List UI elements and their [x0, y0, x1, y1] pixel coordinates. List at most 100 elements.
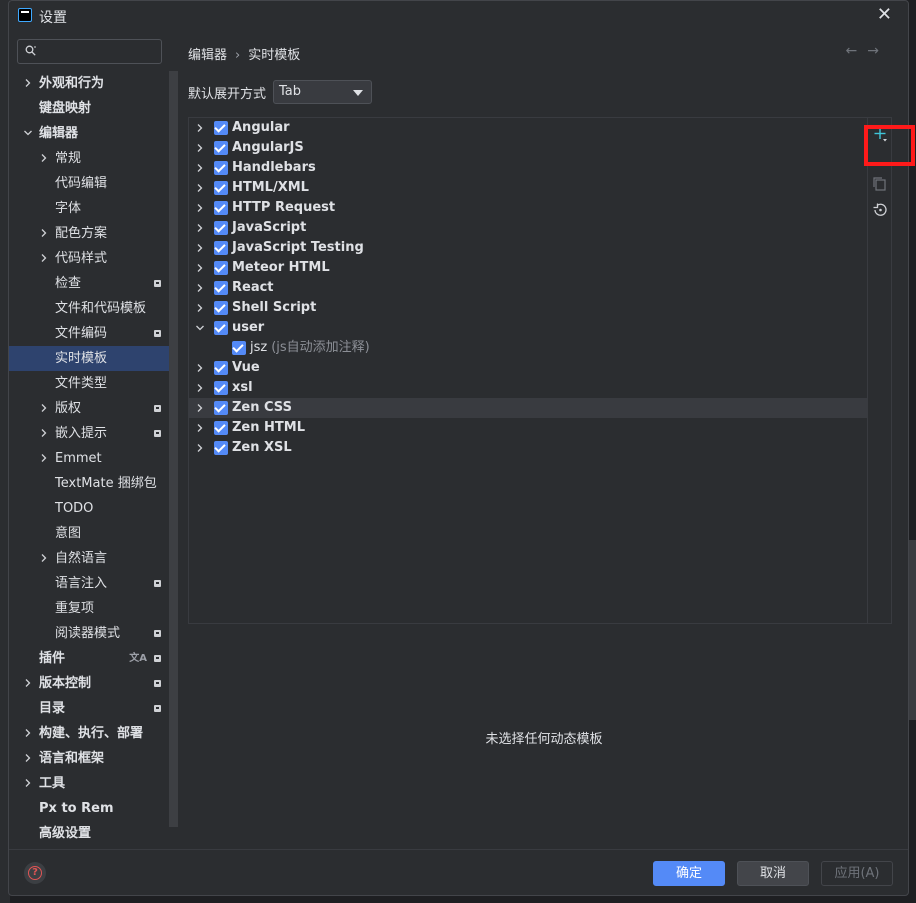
chevron-right-icon[interactable]: [195, 118, 205, 138]
chevron-down-icon[interactable]: [23, 123, 33, 143]
sidebar-scrollbar[interactable]: [169, 71, 178, 827]
template-checkbox[interactable]: [214, 321, 228, 335]
back-arrow-icon[interactable]: ←: [846, 43, 868, 59]
template-checkbox[interactable]: [232, 341, 246, 355]
group-chevron[interactable]: [195, 378, 205, 398]
tree-chevron[interactable]: [23, 673, 33, 698]
chevron-right-icon[interactable]: [39, 448, 49, 468]
template-group[interactable]: xsl: [189, 378, 867, 398]
template-group[interactable]: Zen CSS: [189, 398, 867, 418]
group-chevron[interactable]: [195, 238, 205, 258]
template-checkbox[interactable]: [214, 421, 228, 435]
sidebar-item[interactable]: 常规: [9, 146, 169, 171]
group-chevron[interactable]: [195, 358, 205, 378]
group-chevron[interactable]: [195, 418, 205, 438]
template-group[interactable]: user: [189, 318, 867, 338]
copy-icon[interactable]: [868, 172, 892, 196]
sidebar-item[interactable]: 编辑器: [9, 121, 169, 146]
sidebar-item[interactable]: 键盘映射: [9, 96, 169, 121]
sidebar-item[interactable]: 意图: [9, 521, 169, 546]
sidebar-item[interactable]: 外观和行为: [9, 71, 169, 96]
chevron-right-icon[interactable]: [23, 748, 33, 768]
chevron-right-icon[interactable]: [195, 298, 205, 318]
template-group[interactable]: HTTP Request: [189, 198, 867, 218]
tree-chevron[interactable]: [39, 423, 49, 448]
chevron-right-icon[interactable]: [195, 358, 205, 378]
chevron-right-icon[interactable]: [195, 178, 205, 198]
template-checkbox[interactable]: [214, 161, 228, 175]
tree-chevron[interactable]: [39, 148, 49, 173]
close-icon[interactable]: ✕: [877, 4, 892, 25]
sidebar-item[interactable]: 高级设置: [9, 821, 169, 846]
template-checkbox[interactable]: [214, 261, 228, 275]
template-checkbox[interactable]: [214, 281, 228, 295]
chevron-right-icon[interactable]: [39, 548, 49, 568]
breadcrumb-parent[interactable]: 编辑器: [188, 48, 227, 63]
template-checkbox[interactable]: [214, 301, 228, 315]
group-chevron[interactable]: [195, 398, 205, 418]
template-group[interactable]: AngularJS: [189, 138, 867, 158]
template-checkbox[interactable]: [214, 241, 228, 255]
sidebar-item[interactable]: 实时模板: [9, 346, 169, 371]
sidebar-item[interactable]: 语言和框架: [9, 746, 169, 771]
sidebar-item[interactable]: 语言注入: [9, 571, 169, 596]
template-group[interactable]: HTML/XML: [189, 178, 867, 198]
chevron-right-icon[interactable]: [195, 238, 205, 258]
sidebar-item[interactable]: 嵌入提示: [9, 421, 169, 446]
chevron-right-icon[interactable]: [195, 278, 205, 298]
apply-button[interactable]: 应用(A): [821, 861, 893, 886]
sidebar-item[interactable]: Emmet: [9, 446, 169, 471]
chevron-right-icon[interactable]: [195, 438, 205, 458]
group-chevron[interactable]: [195, 178, 205, 198]
sidebar-item[interactable]: TODO: [9, 496, 169, 521]
group-chevron[interactable]: [195, 118, 205, 138]
sidebar-item[interactable]: 版本控制: [9, 671, 169, 696]
template-group[interactable]: Handlebars: [189, 158, 867, 178]
template-group[interactable]: Vue: [189, 358, 867, 378]
cancel-button[interactable]: 取消: [737, 861, 809, 886]
tree-chevron[interactable]: [23, 723, 33, 748]
chevron-right-icon[interactable]: [195, 138, 205, 158]
tree-chevron[interactable]: [23, 73, 33, 98]
template-checkbox[interactable]: [214, 221, 228, 235]
sidebar-item[interactable]: 文件和代码模板: [9, 296, 169, 321]
template-group[interactable]: Meteor HTML: [189, 258, 867, 278]
tree-chevron[interactable]: [39, 223, 49, 248]
sidebar-item[interactable]: Px to Rem: [9, 796, 169, 821]
sidebar-item[interactable]: 版权: [9, 396, 169, 421]
tree-chevron[interactable]: [39, 548, 49, 573]
template-checkbox[interactable]: [214, 441, 228, 455]
template-group[interactable]: Shell Script: [189, 298, 867, 318]
sidebar-item[interactable]: 阅读器模式: [9, 621, 169, 646]
forward-arrow-icon[interactable]: →: [867, 43, 889, 59]
chevron-right-icon[interactable]: [23, 723, 33, 743]
chevron-right-icon[interactable]: [23, 73, 33, 93]
sidebar-item[interactable]: 插件 文A: [9, 646, 169, 671]
tree-chevron[interactable]: [23, 773, 33, 798]
help-button[interactable]: ?: [24, 862, 46, 884]
tree-chevron[interactable]: [39, 398, 49, 423]
chevron-right-icon[interactable]: [39, 223, 49, 243]
group-chevron[interactable]: [195, 438, 205, 458]
tree-chevron[interactable]: [39, 448, 49, 473]
template-checkbox[interactable]: [214, 121, 228, 135]
restore-icon[interactable]: [868, 198, 892, 222]
group-chevron[interactable]: [195, 218, 205, 238]
sidebar-item[interactable]: 构建、执行、部署: [9, 721, 169, 746]
sidebar-item[interactable]: 目录: [9, 696, 169, 721]
sidebar-item[interactable]: 配色方案: [9, 221, 169, 246]
tree-chevron[interactable]: [23, 748, 33, 773]
tree-chevron[interactable]: [39, 248, 49, 273]
chevron-right-icon[interactable]: [195, 398, 205, 418]
sidebar-item[interactable]: 检查: [9, 271, 169, 296]
chevron-right-icon[interactable]: [39, 248, 49, 268]
chevron-right-icon[interactable]: [195, 258, 205, 278]
sidebar-item[interactable]: 重复项: [9, 596, 169, 621]
group-chevron[interactable]: [195, 158, 205, 178]
template-group[interactable]: Zen HTML: [189, 418, 867, 438]
ok-button[interactable]: 确定: [653, 861, 725, 886]
template-checkbox[interactable]: [214, 381, 228, 395]
group-chevron[interactable]: [195, 258, 205, 278]
sidebar-item[interactable]: 代码样式: [9, 246, 169, 271]
template-checkbox[interactable]: [214, 181, 228, 195]
